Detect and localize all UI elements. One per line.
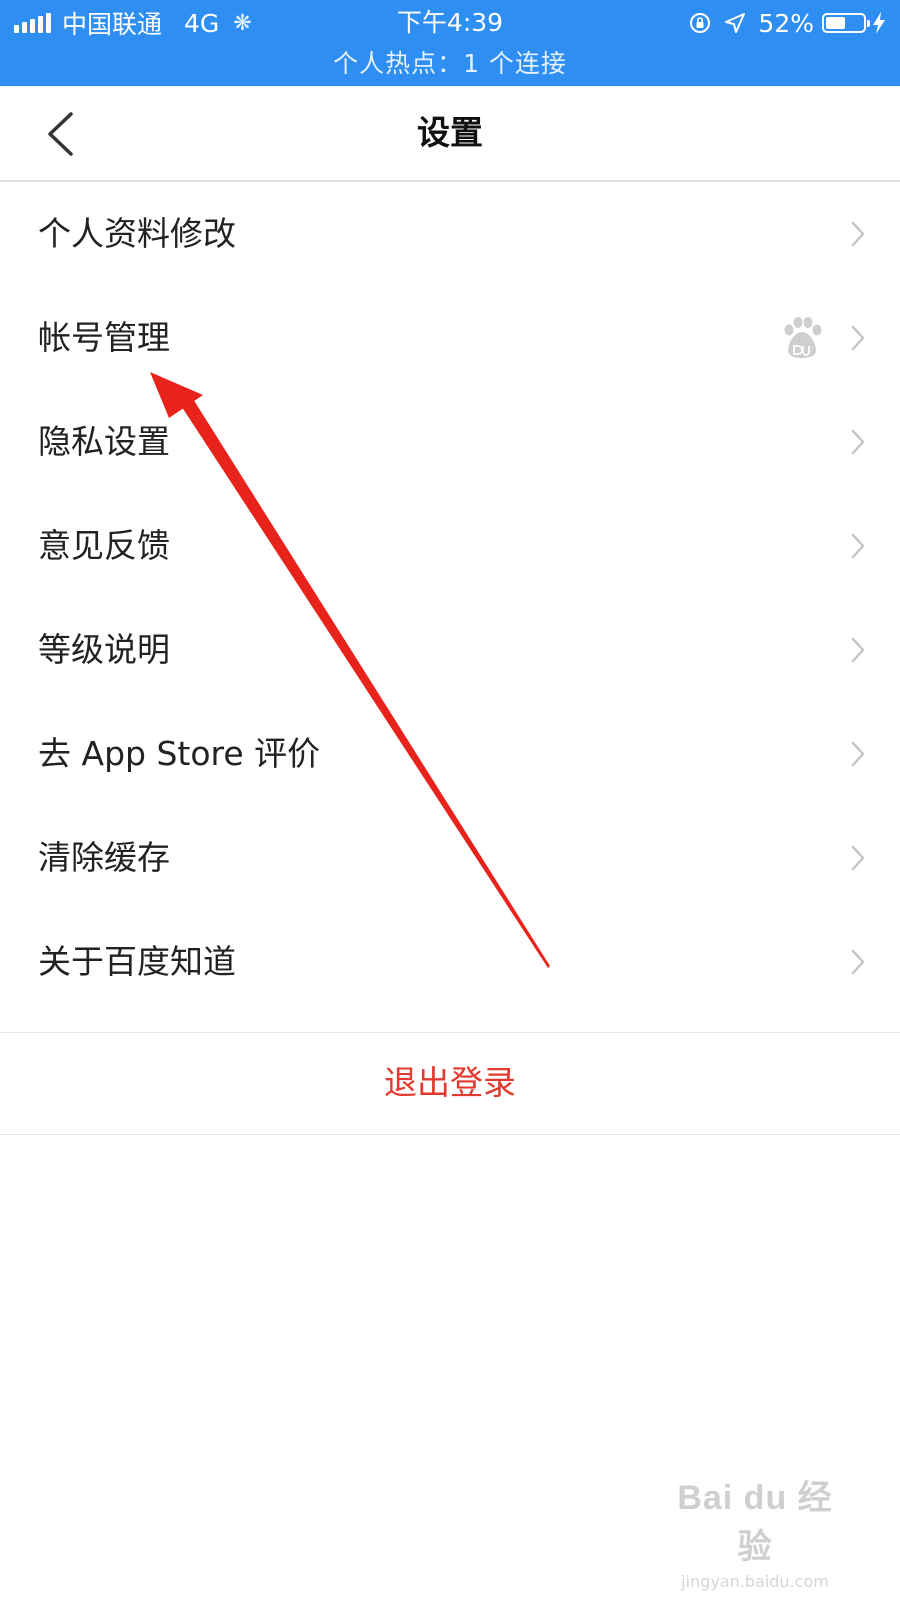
carrier-name: 中国联通 (62, 10, 163, 39)
battery-icon (822, 13, 870, 33)
menu-item-privacy-settings[interactable]: 隐私设置 (0, 390, 900, 494)
signal-bars-icon (14, 13, 54, 33)
network-type: 4G (184, 8, 220, 38)
chevron-right-icon (851, 325, 865, 351)
battery-percent: 52% (758, 8, 814, 38)
menu-item-label: 等级说明 (38, 630, 170, 669)
menu-item-about[interactable]: 关于百度知道 (0, 910, 900, 1014)
menu-item-label: 个人资料修改 (38, 214, 236, 253)
chevron-right-icon (851, 637, 865, 663)
watermark-logo: Bai du 经验 (677, 1479, 833, 1566)
charging-bolt-icon (872, 11, 886, 35)
chevron-right-icon (851, 429, 865, 455)
loading-spinner-icon: ❋ (233, 10, 252, 36)
logout-button[interactable]: 退出登录 (0, 1033, 900, 1133)
menu-item-clear-cache[interactable]: 清除缓存 (0, 806, 900, 910)
orientation-lock-icon (688, 11, 712, 35)
menu-item-label: 帐号管理 (38, 318, 170, 357)
baidu-jingyan-watermark: Bai du 经验 jingyan.baidu.com (660, 1470, 850, 1591)
chevron-right-icon (851, 949, 865, 975)
battery-tip (867, 20, 870, 27)
watermark-domain: jingyan.baidu.com (681, 1572, 829, 1591)
baidu-paw-icon (784, 317, 822, 358)
menu-item-label: 隐私设置 (38, 422, 170, 461)
menu-item-profile-edit[interactable]: 个人资料修改 (0, 182, 900, 286)
battery-fill (826, 17, 845, 29)
chevron-right-icon (851, 741, 865, 767)
nav-bar: 设置 (0, 86, 900, 182)
chevron-right-icon (851, 221, 865, 247)
chevron-right-icon (851, 845, 865, 871)
menu-item-label: 意见反馈 (38, 526, 170, 565)
page-title: 设置 (417, 113, 483, 152)
menu-item-account-management[interactable]: 帐号管理 (0, 286, 900, 390)
menu-item-label: 去 App Store 评价 (38, 734, 321, 773)
status-bar-left: 中国联通 4G ❋ (14, 6, 252, 40)
hotspot-banner[interactable]: 个人热点：1 个连接 (0, 44, 900, 84)
chevron-right-icon (851, 533, 865, 559)
menu-item-rate-app-store[interactable]: 去 App Store 评价 (0, 702, 900, 806)
chevron-left-icon (48, 112, 73, 156)
divider (0, 1134, 900, 1135)
back-button[interactable] (30, 104, 90, 164)
status-bar: 中国联通 4G ❋ 下午4:39 52% 个人热点：1 个连接 (0, 0, 900, 86)
menu-item-level-description[interactable]: 等级说明 (0, 598, 900, 702)
status-bar-right: 52% (688, 6, 886, 40)
status-bar-row: 中国联通 4G ❋ 下午4:39 52% (0, 0, 900, 44)
location-arrow-icon (724, 12, 746, 34)
menu-item-label: 清除缓存 (38, 838, 170, 877)
settings-menu: 个人资料修改 帐号管理 隐私设置 意见反馈 等级说明 去 App Store 评… (0, 182, 900, 1014)
menu-item-label: 关于百度知道 (38, 942, 236, 981)
menu-item-feedback[interactable]: 意见反馈 (0, 494, 900, 598)
